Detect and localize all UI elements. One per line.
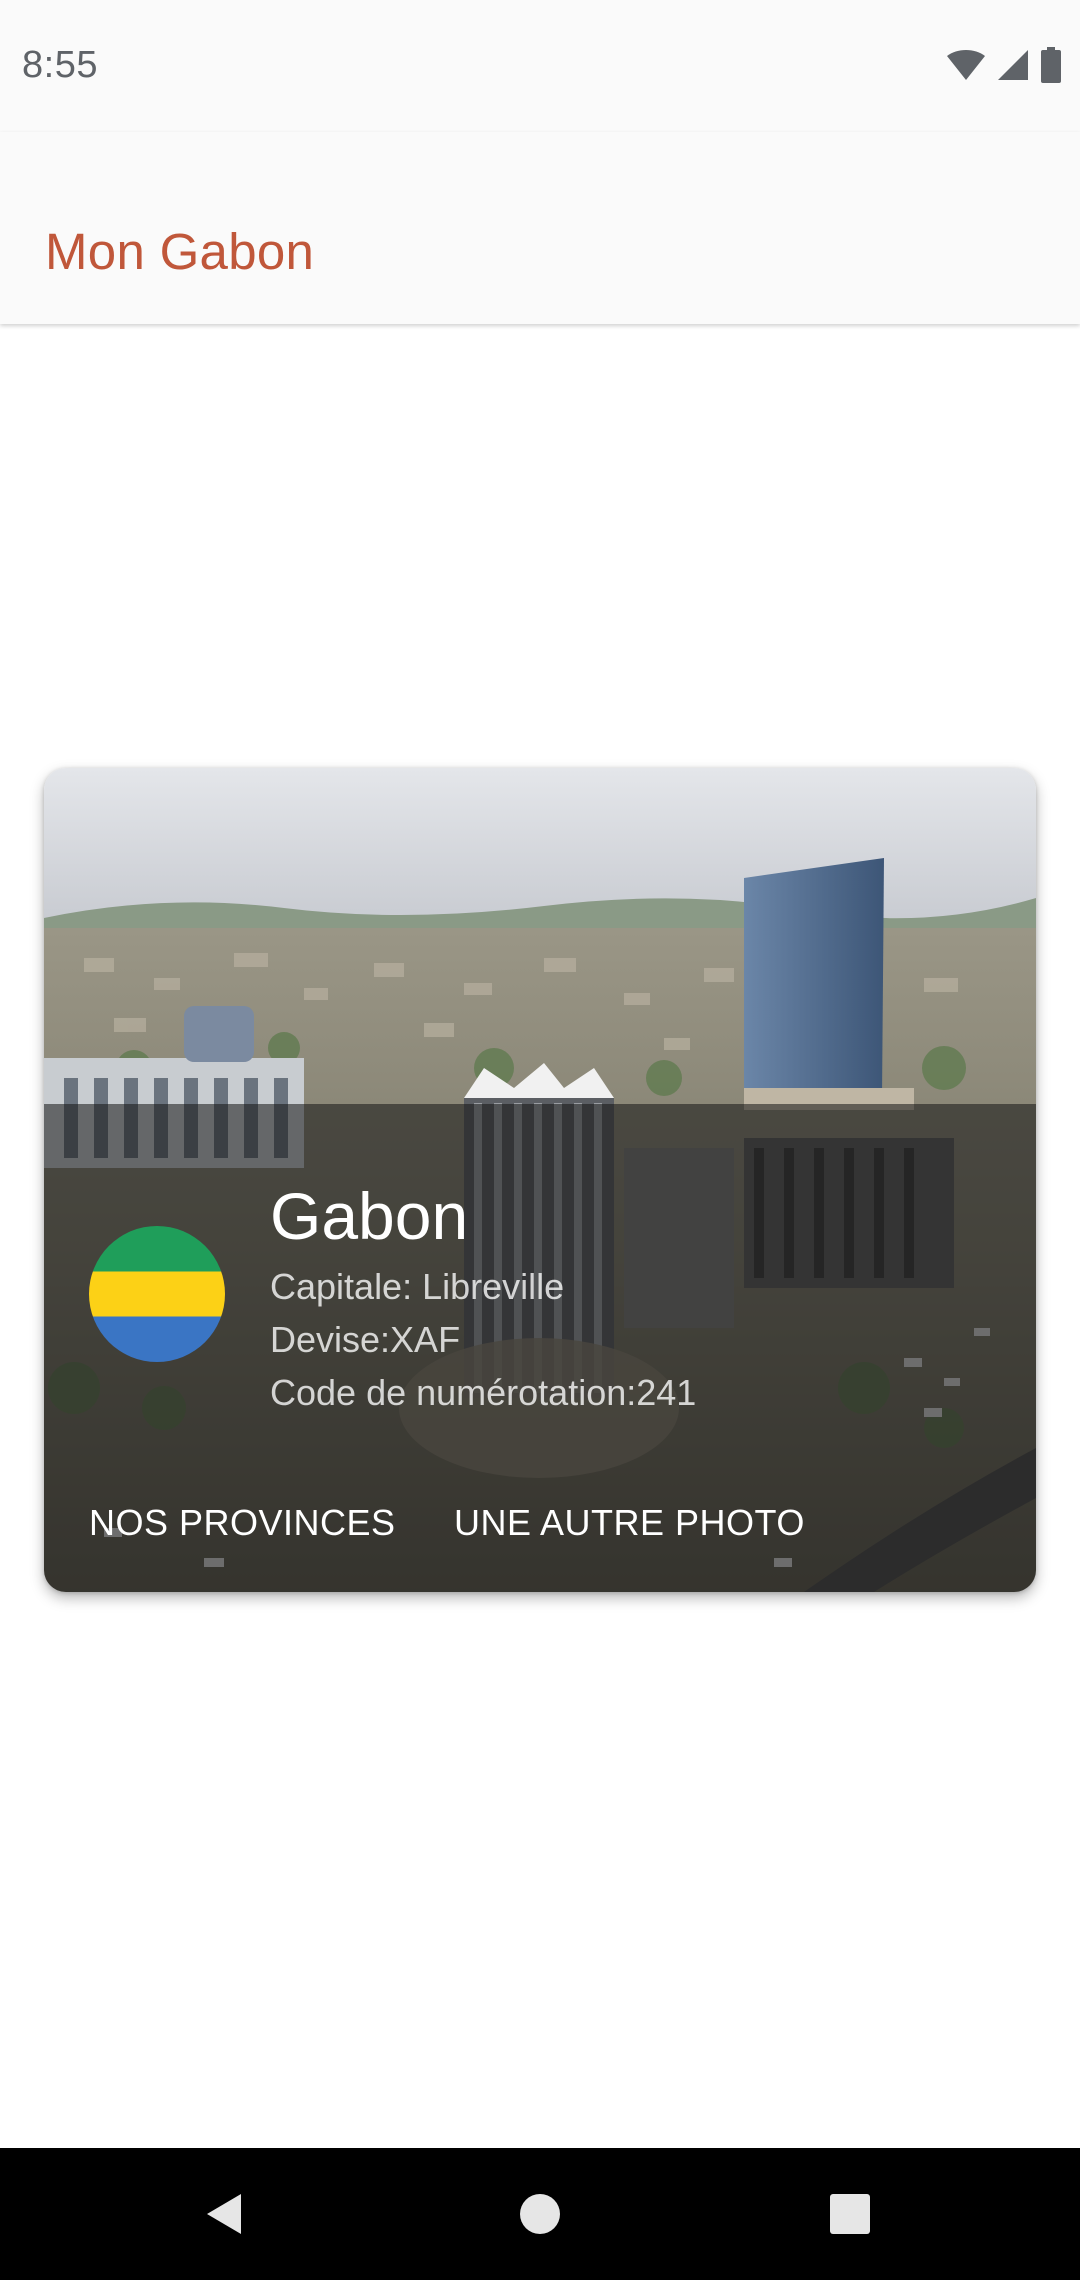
gabon-flag-icon: [89, 1226, 225, 1362]
provinces-button[interactable]: NOS PROVINCES: [89, 1502, 396, 1544]
wifi-icon: [946, 49, 986, 86]
back-icon[interactable]: [201, 2190, 249, 2238]
app-title: Mon Gabon: [45, 223, 315, 280]
home-icon[interactable]: [516, 2190, 564, 2238]
recents-icon[interactable]: [826, 2190, 874, 2238]
currency-text: Devise:XAF: [270, 1319, 461, 1360]
capital-text: Capitale: Libreville: [270, 1266, 565, 1307]
country-name: Gabon: [270, 1179, 469, 1253]
battery-icon: [1040, 46, 1062, 88]
navigation-bar: [0, 2148, 1080, 2280]
dialing-code-text: Code de numérotation:241: [270, 1372, 697, 1413]
status-icons: [946, 44, 1062, 90]
status-bar: 8:55: [0, 0, 1080, 132]
status-time: 8:55: [22, 44, 98, 86]
another-photo-button[interactable]: UNE AUTRE PHOTO: [454, 1502, 805, 1544]
cell-signal-icon: [996, 49, 1030, 86]
app-bar: Mon Gabon: [0, 132, 1080, 324]
country-card: Gabon Capitale: Libreville Devise:XAF Co…: [44, 768, 1036, 1592]
screen: 8:55 Mon Gabon Gabon Capitale: Librevill…: [0, 0, 1080, 2280]
